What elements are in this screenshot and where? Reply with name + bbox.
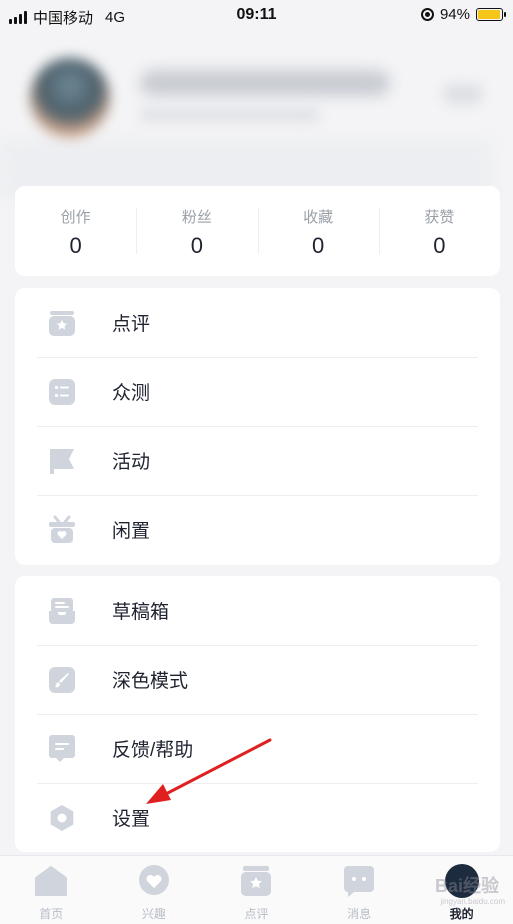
heart-bag-icon — [47, 515, 77, 545]
menu-item-feedback[interactable]: 反馈/帮助 — [15, 714, 500, 783]
stat-likes[interactable]: 获赞 0 — [378, 186, 500, 276]
menu-item-reviews[interactable]: 点评 — [15, 288, 500, 357]
menu-group-content: 点评 众测 活动 闲置 — [15, 288, 500, 565]
tab-label: 我的 — [449, 907, 474, 921]
rotation-lock-icon — [420, 8, 434, 21]
draft-box-icon — [47, 596, 77, 626]
star-box-icon — [47, 308, 77, 338]
message-icon — [47, 734, 77, 764]
tab-label: 兴趣 — [141, 907, 166, 921]
battery-icon — [476, 8, 506, 21]
menu-item-drafts[interactable]: 草稿箱 — [15, 576, 500, 645]
chat-icon — [341, 863, 377, 899]
heart-bubble-icon — [136, 863, 172, 899]
settings-icon — [47, 803, 77, 833]
stat-fans[interactable]: 粉丝 0 — [136, 186, 257, 276]
stat-value: 0 — [433, 233, 446, 258]
avatar-icon — [444, 863, 480, 899]
home-icon — [33, 863, 69, 899]
status-bar: 中国移动 4G 09:11 94% — [0, 0, 513, 32]
stat-label: 收藏 — [303, 209, 334, 226]
tab-label: 消息 — [347, 907, 372, 921]
flag-icon — [47, 446, 77, 476]
menu-group-settings: 草稿箱 深色模式 反馈/帮助 设置 — [15, 576, 500, 852]
bottom-tab-bar: 首页 兴趣 点评 消息 我的 — [0, 855, 513, 924]
stat-creations[interactable]: 创作 0 — [15, 186, 136, 276]
stat-label: 粉丝 — [181, 209, 212, 226]
battery-percent: 94% — [439, 6, 470, 23]
menu-item-label: 反馈/帮助 — [112, 740, 194, 761]
tab-reviews[interactable]: 点评 — [205, 856, 308, 924]
tab-home[interactable]: 首页 — [0, 856, 103, 924]
tab-messages[interactable]: 消息 — [308, 856, 411, 924]
stat-favorites[interactable]: 收藏 0 — [257, 186, 379, 276]
menu-item-settings[interactable]: 设置 — [15, 783, 500, 852]
profile-subtitle-blurred — [140, 108, 320, 122]
star-box-icon — [238, 863, 274, 899]
avatar — [444, 864, 479, 898]
stat-label: 获赞 — [424, 209, 455, 226]
stat-value: 0 — [190, 233, 203, 258]
menu-item-label: 深色模式 — [112, 671, 189, 692]
profile-name-blurred — [140, 70, 390, 96]
menu-item-label: 草稿箱 — [112, 602, 170, 623]
profile-header[interactable] — [0, 40, 513, 200]
menu-item-label: 点评 — [112, 314, 151, 335]
tab-label: 首页 — [39, 907, 64, 921]
profile-action-blurred[interactable] — [443, 84, 483, 104]
stat-label: 创作 — [60, 209, 91, 226]
stat-value: 0 — [69, 233, 82, 258]
stat-value: 0 — [312, 233, 325, 258]
tab-interests[interactable]: 兴趣 — [103, 856, 206, 924]
menu-item-events[interactable]: 活动 — [15, 426, 500, 495]
menu-item-label: 闲置 — [112, 521, 151, 542]
menu-item-dark-mode[interactable]: 深色模式 — [15, 645, 500, 714]
menu-item-trials[interactable]: 众测 — [15, 357, 500, 426]
menu-item-label: 众测 — [112, 383, 151, 404]
checklist-icon — [47, 377, 77, 407]
menu-item-label: 设置 — [112, 809, 151, 830]
menu-item-secondhand[interactable]: 闲置 — [15, 495, 500, 564]
tab-me[interactable]: 我的 — [410, 856, 513, 924]
tab-label: 点评 — [244, 907, 269, 921]
brush-icon — [47, 665, 77, 695]
menu-item-label: 活动 — [112, 452, 151, 473]
stats-card: 创作 0 粉丝 0 收藏 0 获赞 0 — [15, 186, 500, 276]
status-right: 94% — [420, 6, 506, 23]
profile-avatar[interactable] — [30, 58, 110, 138]
